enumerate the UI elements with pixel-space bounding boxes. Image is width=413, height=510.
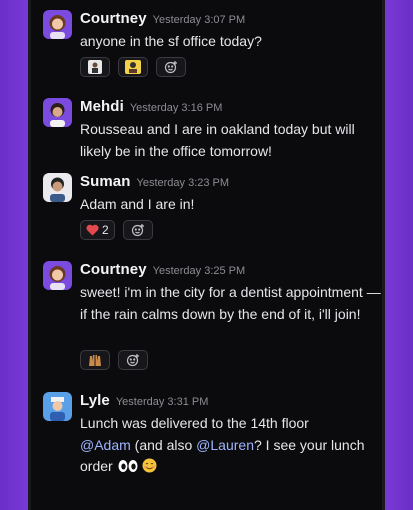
add-reaction-button[interactable] [156,57,186,77]
message-text: sweet! i'm in the city for a dentist app… [80,284,381,322]
custom-emoji-icon [88,60,102,74]
message-text: Adam and I are in! [80,196,195,212]
message-item[interactable]: Courtney Yesterday 3:25 PM sweet! i'm in … [43,261,393,371]
reaction-chip[interactable] [118,57,148,77]
add-reaction-button[interactable] [118,350,148,370]
reaction-count: 2 [102,223,109,237]
custom-emoji-icon [125,60,141,74]
reaction-chip-heart[interactable]: 2 [80,220,115,240]
smiling-face-icon [142,458,157,473]
author-name[interactable]: Lyle [80,392,110,409]
timestamp: Yesterday 3:07 PM [152,14,246,26]
author-name[interactable]: Suman [80,173,131,190]
avatar[interactable] [43,98,72,127]
message-item[interactable]: Mehdi Yesterday 3:16 PM Rousseau and I ar… [43,98,393,163]
author-name[interactable]: Mehdi [80,98,124,115]
add-reaction-icon [126,354,139,367]
mention-lauren[interactable]: @Lauren [196,437,254,453]
author-name[interactable]: Courtney [80,10,147,27]
mention-adam[interactable]: @Adam [80,437,131,453]
reaction-chip[interactable] [80,350,110,370]
eyes-icon [118,460,138,472]
reaction-chip[interactable] [80,57,110,77]
author-name[interactable]: Courtney [80,261,147,278]
message-text: Rousseau and I are in oakland today but … [80,121,355,159]
timestamp: Yesterday 3:31 PM [115,396,209,408]
message-text-line: Lunch was delivered to the 14th floor [80,415,309,431]
avatar[interactable] [43,261,72,290]
add-reaction-icon [131,224,144,237]
message-item[interactable]: Courtney Yesterday 3:07 PM anyone in the … [43,10,393,80]
timestamp: Yesterday 3:23 PM [136,177,230,189]
heart-icon [86,224,99,236]
avatar[interactable] [43,392,72,421]
raised-hands-icon [89,355,101,366]
add-reaction-icon [164,61,177,74]
message-item[interactable]: Suman Yesterday 3:23 PM Adam and I are in… [43,173,393,243]
add-reaction-button[interactable] [122,220,153,240]
message-text-part: (and also [130,436,197,453]
timestamp: Yesterday 3:16 PM [129,102,223,114]
avatar[interactable] [43,10,72,39]
avatar[interactable] [43,173,72,202]
message-text: anyone in the sf office today? [80,33,262,49]
timestamp: Yesterday 3:25 PM [152,265,246,277]
message-text: Lunch was delivered to the 14th floor @A… [80,413,385,478]
message-item[interactable]: Lyle Yesterday 3:31 PM Lunch was delivere… [43,392,393,489]
